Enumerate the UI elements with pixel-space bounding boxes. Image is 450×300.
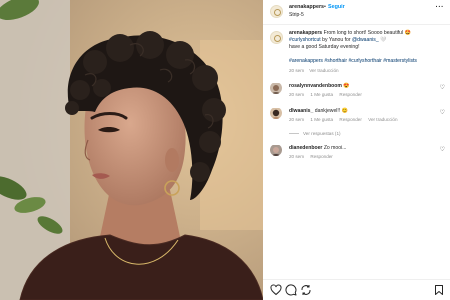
- view-replies-button[interactable]: Ver respuestas (1): [289, 131, 341, 136]
- comment-time[interactable]: 20 sem: [289, 92, 304, 97]
- heart-icon[interactable]: [270, 283, 282, 296]
- author-avatar[interactable]: [270, 5, 283, 18]
- replies-line: [289, 133, 299, 135]
- caption-meta: 20 sem Ver traducción: [289, 68, 339, 73]
- comment-like-heart-icon[interactable]: ♡: [440, 109, 445, 116]
- header-divider: [263, 24, 450, 25]
- share-icon[interactable]: [300, 283, 312, 295]
- comment-translate[interactable]: Ver traducción: [368, 117, 397, 122]
- save-icon[interactable]: [433, 283, 445, 295]
- author-username[interactable]: arenakappers: [289, 4, 324, 10]
- follow-button[interactable]: Seguir: [328, 4, 345, 10]
- comment-username[interactable]: rosalynnvandenboom: [289, 83, 342, 89]
- comment-reply-button[interactable]: Responder: [310, 154, 332, 159]
- post-header: arenakappers • Seguir Strip-5 ···: [263, 0, 450, 24]
- view-replies-label: Ver respuestas (1): [303, 131, 341, 136]
- comment-like-heart-icon[interactable]: ♡: [440, 146, 445, 153]
- comment-meta: 20 sem 1 Me gusta Responder: [289, 92, 367, 97]
- comment-likes[interactable]: 1 Me gusta: [310, 92, 333, 97]
- post-photo-image: [0, 0, 263, 300]
- comment-username[interactable]: dlwaanis_: [289, 108, 313, 114]
- caption-text-4: have a good Saturday evening!: [289, 44, 360, 51]
- post-photo[interactable]: [0, 0, 263, 300]
- comment-meta: 20 sem Responder: [289, 154, 338, 159]
- actions-divider: [263, 279, 450, 280]
- comment-time[interactable]: 20 sem: [289, 117, 304, 122]
- comment-body: Zo mooi...: [322, 145, 347, 151]
- comment-likes[interactable]: 1 Me gusta: [310, 117, 333, 122]
- comment-body: dankjewel!! 😊: [313, 108, 349, 114]
- post-subtitle[interactable]: Strip-5: [289, 12, 304, 18]
- comment-meta: 20 sem 1 Me gusta Responder Ver traducci…: [289, 117, 403, 122]
- caption-translate[interactable]: Ver traducción: [309, 68, 338, 73]
- comment-like-heart-icon[interactable]: ♡: [440, 84, 445, 91]
- comment-reply-button[interactable]: Responder: [339, 92, 361, 97]
- comment-reply-button[interactable]: Responder: [339, 117, 361, 122]
- caption-hashtags[interactable]: #arenakappers #shorthair #curlyshorthair…: [289, 58, 441, 64]
- comment-username[interactable]: dianedenboer: [289, 145, 322, 151]
- comment-time[interactable]: 20 sem: [289, 154, 304, 159]
- comment-text: rosalynnvandenboom 😍: [289, 83, 350, 89]
- post-side-panel: arenakappers • Seguir Strip-5 ··· arenak…: [263, 0, 450, 300]
- post-actions: [263, 283, 450, 297]
- comment-icon[interactable]: [285, 283, 297, 296]
- comment-text: dlwaanis_ dankjewel!! 😊: [289, 108, 348, 114]
- commenter-avatar[interactable]: [270, 107, 282, 119]
- comment-text: dianedenboer Zo mooi...: [289, 145, 346, 151]
- caption-username[interactable]: arenakappers: [289, 30, 322, 36]
- caption-text: arenakappers From long to short! Soooo b…: [289, 30, 441, 52]
- caption-hashtag[interactable]: #curlyshortcut: [289, 37, 321, 43]
- caption-mention[interactable]: @dwaanis_: [352, 37, 379, 43]
- more-icon[interactable]: ···: [436, 4, 445, 11]
- caption-avatar[interactable]: [270, 31, 283, 44]
- caption-text-3: 🤍: [378, 37, 387, 44]
- commenter-avatar[interactable]: [270, 144, 282, 156]
- comment-body: 😍: [341, 83, 350, 89]
- caption-text-1: From long to short! Soooo beautiful 🤩: [323, 30, 411, 36]
- caption-text-2: by Yanou for: [320, 37, 352, 44]
- header-separator: •: [324, 4, 326, 10]
- caption-time[interactable]: 20 sem: [289, 68, 304, 73]
- commenter-avatar[interactable]: [270, 82, 282, 94]
